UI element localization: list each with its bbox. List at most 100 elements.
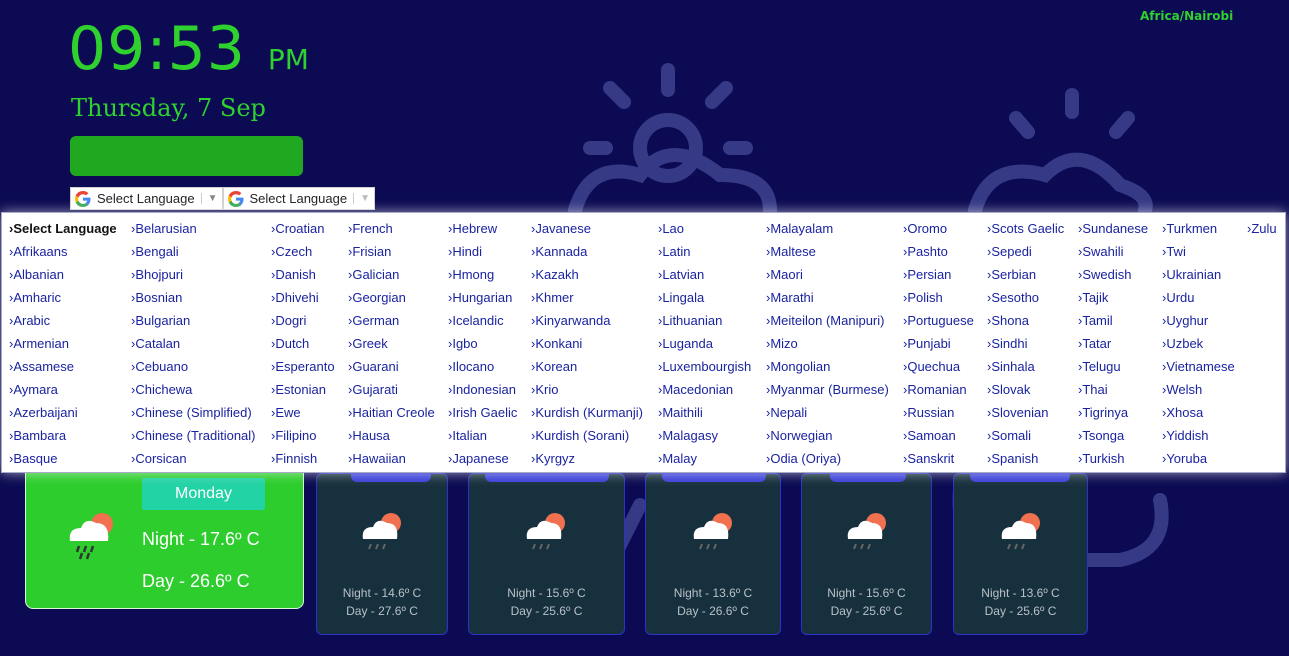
language-option[interactable]: ›Dhivehi [271,286,335,309]
language-option[interactable]: ›Persian [903,263,974,286]
language-option[interactable]: ›Basque [9,447,117,470]
language-option[interactable]: ›Dogri [271,309,335,332]
language-option[interactable]: ›Oromo [903,217,974,240]
language-option[interactable]: ›Marathi [766,286,889,309]
language-option[interactable]: ›Twi [1162,240,1235,263]
language-option[interactable]: ›Afrikaans [9,240,117,263]
language-option[interactable]: ›Konkani [531,332,643,355]
language-option[interactable]: ›Ukrainian [1162,263,1235,286]
language-option[interactable]: ›Turkish [1078,447,1148,470]
language-option[interactable]: ›Samoan [903,424,974,447]
language-option[interactable]: ›Bosnian [131,286,256,309]
language-option[interactable]: ›Georgian [348,286,435,309]
language-option[interactable]: ›Vietnamese [1162,355,1235,378]
language-option[interactable]: ›Indonesian [448,378,517,401]
language-option[interactable]: ›Sesotho [987,286,1064,309]
language-option[interactable]: ›Tsonga [1078,424,1148,447]
language-option[interactable]: ›Tigrinya [1078,401,1148,424]
language-option[interactable]: ›Latin [658,240,751,263]
language-option[interactable]: ›Spanish [987,447,1064,470]
language-option[interactable]: ›Sepedi [987,240,1064,263]
language-option[interactable]: ›Japanese [448,447,517,470]
language-option[interactable]: ›Sundanese [1078,217,1148,240]
language-option[interactable]: ›Sindhi [987,332,1064,355]
language-option[interactable]: ›Lingala [658,286,751,309]
language-option[interactable]: ›Luganda [658,332,751,355]
language-option[interactable]: ›Corsican [131,447,256,470]
language-option[interactable]: ›Krio [531,378,643,401]
language-option[interactable]: ›Filipino [271,424,335,447]
language-option[interactable]: ›French [348,217,435,240]
language-option[interactable]: ›Uyghur [1162,309,1235,332]
language-option[interactable]: ›Tatar [1078,332,1148,355]
language-option[interactable]: ›Estonian [271,378,335,401]
language-option[interactable]: ›Zulu [1247,217,1277,240]
language-option[interactable]: ›Czech [271,240,335,263]
language-option[interactable]: ›Welsh [1162,378,1235,401]
language-option[interactable]: ›Amharic [9,286,117,309]
language-option[interactable]: ›Irish Gaelic [448,401,517,424]
language-option[interactable]: ›Romanian [903,378,974,401]
language-option[interactable]: ›Mongolian [766,355,889,378]
language-option[interactable]: ›Maithili [658,401,751,424]
language-option[interactable]: ›Igbo [448,332,517,355]
language-option[interactable]: ›Kazakh [531,263,643,286]
language-option[interactable]: ›Finnish [271,447,335,470]
language-option[interactable]: ›Slovenian [987,401,1064,424]
language-option[interactable]: ›Haitian Creole [348,401,435,424]
language-option[interactable]: ›Meiteilon (Manipuri) [766,309,889,332]
language-option[interactable]: ›Bambara [9,424,117,447]
language-option[interactable]: ›Ilocano [448,355,517,378]
language-option[interactable]: ›Korean [531,355,643,378]
language-option[interactable]: ›Quechua [903,355,974,378]
language-option[interactable]: ›Yoruba [1162,447,1235,470]
language-option[interactable]: ›Albanian [9,263,117,286]
language-option[interactable]: ›Pashto [903,240,974,263]
language-select-2[interactable]: Select Language ▼ [222,187,375,210]
language-select-1[interactable]: Select Language ▼ [70,187,223,210]
language-option[interactable]: ›Tajik [1078,286,1148,309]
language-option[interactable]: ›Malayalam [766,217,889,240]
language-option[interactable]: ›Chinese (Traditional) [131,424,256,447]
language-option[interactable]: ›Russian [903,401,974,424]
language-option[interactable]: ›Lao [658,217,751,240]
language-option[interactable]: ›Serbian [987,263,1064,286]
language-option[interactable]: ›Khmer [531,286,643,309]
language-option[interactable]: ›Kyrgyz [531,447,643,470]
language-option[interactable]: ›Macedonian [658,378,751,401]
language-option[interactable]: ›Ewe [271,401,335,424]
language-option[interactable]: ›Bhojpuri [131,263,256,286]
language-option[interactable]: ›Mizo [766,332,889,355]
language-option[interactable]: ›Swedish [1078,263,1148,286]
language-option[interactable]: ›Shona [987,309,1064,332]
language-option[interactable]: ›Kurdish (Kurmanji) [531,401,643,424]
language-option[interactable]: ›Maltese [766,240,889,263]
language-option[interactable]: ›Chichewa [131,378,256,401]
language-option[interactable]: ›Kinyarwanda [531,309,643,332]
language-option[interactable]: ›Assamese [9,355,117,378]
language-option[interactable]: ›Maori [766,263,889,286]
language-option[interactable]: ›Lithuanian [658,309,751,332]
language-option[interactable]: ›Nepali [766,401,889,424]
language-option[interactable]: ›Belarusian [131,217,256,240]
language-option[interactable]: ›Bulgarian [131,309,256,332]
language-option[interactable]: ›Hmong [448,263,517,286]
language-option[interactable]: ›Kurdish (Sorani) [531,424,643,447]
language-option[interactable]: ›Hungarian [448,286,517,309]
language-option[interactable]: ›Somali [987,424,1064,447]
language-option[interactable]: ›Tamil [1078,309,1148,332]
language-option[interactable]: ›Myanmar (Burmese) [766,378,889,401]
language-option[interactable]: ›Dutch [271,332,335,355]
language-option[interactable]: ›Select Language [9,217,117,240]
language-option[interactable]: ›Chinese (Simplified) [131,401,256,424]
language-option[interactable]: ›Luxembourgish [658,355,751,378]
language-option[interactable]: ›Yiddish [1162,424,1235,447]
language-option[interactable]: ›Swahili [1078,240,1148,263]
language-option[interactable]: ›Gujarati [348,378,435,401]
language-option[interactable]: ›Punjabi [903,332,974,355]
language-option[interactable]: ›Azerbaijani [9,401,117,424]
language-option[interactable]: ›Croatian [271,217,335,240]
language-option[interactable]: ›Uzbek [1162,332,1235,355]
language-option[interactable]: ›Polish [903,286,974,309]
language-option[interactable]: ›Malagasy [658,424,751,447]
